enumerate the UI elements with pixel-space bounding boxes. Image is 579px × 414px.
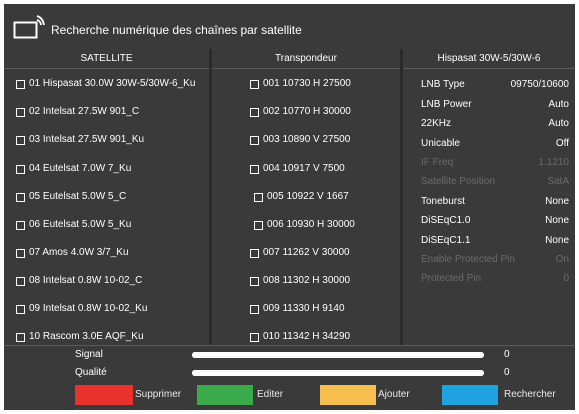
checkbox[interactable] xyxy=(16,192,25,202)
setting-enable-protected-pin: Enable Protected Pin On xyxy=(421,254,569,265)
signal-label: Signal xyxy=(75,349,103,360)
checkbox[interactable] xyxy=(254,192,263,202)
satellite-item[interactable]: 06 Eutelsat 5.0W 5_Ku xyxy=(16,218,131,232)
delete-action-label[interactable]: Supprimer xyxy=(135,389,181,401)
title-bar: Recherche numérique des chaînes par sate… xyxy=(4,4,575,46)
checkbox[interactable] xyxy=(16,135,25,145)
checkbox[interactable] xyxy=(16,276,25,286)
red-key-icon xyxy=(75,385,133,405)
setting-22khz[interactable]: 22KHz Auto xyxy=(421,117,569,131)
setting-if-freq: IF Freq 1.1210 xyxy=(421,157,569,168)
setting-unicable[interactable]: Unicable Off xyxy=(421,137,569,151)
transponder-item[interactable]: 008 11302 H 30000 xyxy=(250,274,350,288)
tv-antenna-icon xyxy=(13,15,45,39)
transponder-item[interactable]: 001 10730 H 27500 xyxy=(250,77,351,91)
add-action-label[interactable]: Ajouter xyxy=(378,389,410,401)
checkbox[interactable] xyxy=(250,135,259,145)
checkbox[interactable] xyxy=(16,107,25,117)
satellite-item[interactable]: 01 Hispasat 30.0W 30W-5/30W-6_Ku xyxy=(16,77,195,91)
quality-value: 0 xyxy=(504,367,510,378)
satellite-column-header: SATELLITE xyxy=(4,49,209,69)
setting-diseqc11[interactable]: DiSEqC1.1 None xyxy=(421,234,569,248)
transponder-item[interactable]: 002 10770 H 30000 xyxy=(250,105,351,119)
checkbox[interactable] xyxy=(16,220,25,230)
signal-bar xyxy=(192,352,484,358)
checkbox[interactable] xyxy=(16,332,25,342)
checkbox[interactable] xyxy=(250,276,259,286)
transponder-item[interactable]: 006 10930 H 30000 xyxy=(254,218,355,232)
satellite-item[interactable]: 03 Intelsat 27.5W 901_Ku xyxy=(16,133,144,147)
setting-lnb-type[interactable]: LNB Type 09750/10600 xyxy=(421,78,569,92)
transponder-list: Transpondeur 001 10730 H 27500 002 10770… xyxy=(212,49,400,345)
green-key-icon xyxy=(197,385,253,405)
checkbox[interactable] xyxy=(16,304,25,314)
setting-toneburst[interactable]: Toneburst None xyxy=(421,195,569,209)
checkbox[interactable] xyxy=(16,164,25,174)
satellite-settings-panel: Hispasat 30W-5/30W-6 LNB Type 09750/10600… xyxy=(403,49,575,345)
setting-lnb-power[interactable]: LNB Power Auto xyxy=(421,98,569,112)
setting-protected-pin: Protected Pin 0 xyxy=(421,273,569,284)
checkbox[interactable] xyxy=(250,304,259,314)
blue-key-icon xyxy=(442,385,498,405)
quality-bar-fill xyxy=(192,370,484,376)
checkbox[interactable] xyxy=(16,79,25,89)
page-title: Recherche numérique des chaînes par sate… xyxy=(51,23,302,37)
satellite-list: SATELLITE 01 Hispasat 30.0W 30W-5/30W-6_… xyxy=(4,49,209,345)
transponder-item[interactable]: 010 11342 H 34290 xyxy=(250,330,350,344)
satellite-item[interactable]: 07 Amos 4.0W 3/7_Ku xyxy=(16,246,129,260)
edit-action-label[interactable]: Editer xyxy=(257,389,283,401)
satellite-item[interactable]: 08 Intelsat 0.8W 10-02_C xyxy=(16,274,142,288)
checkbox[interactable] xyxy=(250,79,259,89)
signal-value: 0 xyxy=(504,349,510,360)
checkbox[interactable] xyxy=(16,248,25,258)
checkbox[interactable] xyxy=(250,164,259,174)
satellite-item[interactable]: 04 Eutelsat 7.0W 7_Ku xyxy=(16,162,131,176)
quality-bar xyxy=(192,370,484,376)
transponder-item[interactable]: 004 10917 V 7500 xyxy=(250,162,345,176)
satellite-item[interactable]: 09 Intelsat 0.8W 10-02_Ku xyxy=(16,302,147,316)
checkbox[interactable] xyxy=(250,107,259,117)
transponder-column-header: Transpondeur xyxy=(212,49,400,69)
search-action-label[interactable]: Rechercher xyxy=(504,389,556,401)
setting-diseqc10[interactable]: DiSEqC1.0 None xyxy=(421,214,569,228)
signal-bar-fill xyxy=(192,352,484,358)
checkbox[interactable] xyxy=(250,332,259,342)
quality-label: Qualité xyxy=(75,367,107,378)
transponder-item[interactable]: 009 11330 H 9140 xyxy=(250,302,345,316)
transponder-item[interactable]: 007 11262 V 30000 xyxy=(250,246,350,260)
setting-satellite-position: Satellite Position SatA xyxy=(421,176,569,187)
satellite-item[interactable]: 10 Rascom 3.0E AQF_Ku xyxy=(16,330,144,344)
transponder-item[interactable]: 005 10922 V 1667 xyxy=(254,190,349,204)
yellow-key-icon xyxy=(320,385,376,405)
checkbox[interactable] xyxy=(254,220,263,230)
satellite-item[interactable]: 05 Eutelsat 5.0W 5_C xyxy=(16,190,126,204)
checkbox[interactable] xyxy=(250,248,259,258)
satellite-item[interactable]: 02 Intelsat 27.5W 901_C xyxy=(16,105,139,119)
selected-satellite-name: Hispasat 30W-5/30W-6 xyxy=(403,49,575,69)
satellite-scan-screen: Recherche numérique des chaînes par sate… xyxy=(4,4,575,410)
transponder-item[interactable]: 003 10890 V 27500 xyxy=(250,133,350,147)
